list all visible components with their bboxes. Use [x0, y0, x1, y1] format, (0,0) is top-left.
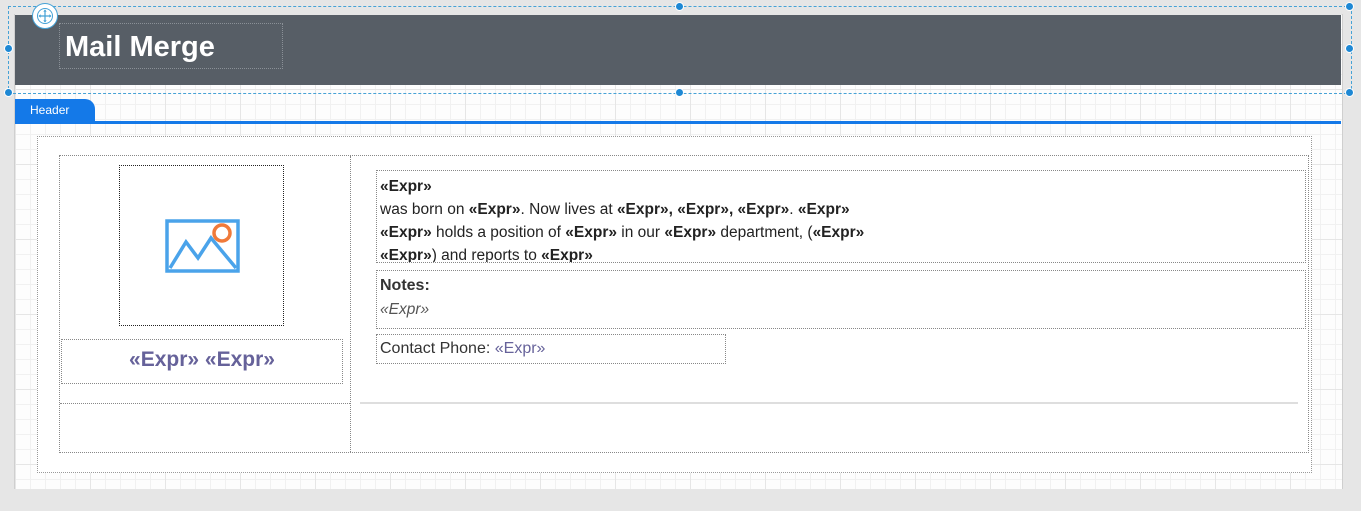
page-header-band[interactable]: Mail Merge: [15, 15, 1341, 85]
resize-handle-bottom-left[interactable]: [4, 88, 13, 97]
resize-handle-top[interactable]: [675, 2, 684, 11]
biography-rich-text[interactable]: «Expr» was born on «Expr». Now lives at …: [376, 170, 1306, 263]
bio-expression: «Expr»: [541, 247, 593, 263]
resize-handle-left[interactable]: [4, 44, 13, 53]
band-tab-header[interactable]: Header: [15, 99, 95, 121]
bio-text-segment: . Now lives at: [520, 201, 617, 218]
bio-text-segment: holds a position of: [431, 224, 566, 241]
notes-label: Notes:: [380, 277, 430, 294]
band-divider: [15, 121, 1341, 124]
notes-expression: «Expr»: [380, 301, 430, 318]
contact-phone-label[interactable]: Contact Phone: «Expr»: [376, 334, 726, 364]
employee-name-label[interactable]: «Expr» «Expr»: [61, 339, 343, 384]
bio-text-segment: was born on: [380, 201, 469, 218]
resize-handle-bottom-right[interactable]: [1345, 88, 1354, 97]
table-column-divider: [350, 156, 351, 452]
resize-handle-right[interactable]: [1345, 44, 1354, 53]
image-placeholder-icon: [165, 216, 241, 279]
table-row-divider: [60, 403, 350, 404]
bio-expression: «Expr», «Expr», «Expr»: [616, 201, 790, 218]
report-title: Mail Merge: [65, 31, 215, 63]
bio-expression: «Expr»: [380, 178, 432, 195]
bio-text-segment: ) and reports to: [431, 247, 542, 263]
bio-expression: «Expr»: [812, 224, 865, 241]
photo-picture-box[interactable]: [119, 165, 284, 326]
bio-expression: «Expr»: [380, 224, 432, 241]
bio-expression: «Expr»: [468, 201, 521, 218]
bio-expression: «Expr»: [380, 247, 432, 263]
horizontal-line[interactable]: [360, 402, 1298, 404]
bio-text-segment: in our: [616, 224, 665, 241]
resize-handle-top-right[interactable]: [1345, 2, 1354, 11]
last-name-expression: «Expr»: [204, 348, 275, 371]
bio-expression: «Expr»: [565, 224, 617, 241]
band-tab-label: Header: [30, 103, 70, 117]
phone-label-text: Contact Phone:: [380, 340, 495, 357]
bio-expression: «Expr»: [797, 201, 850, 218]
bio-text-segment: department, (: [716, 224, 813, 241]
notes-label-box[interactable]: Notes: «Expr»: [376, 270, 1306, 329]
bio-expression: «Expr»: [664, 224, 717, 241]
bio-text-segment: .: [789, 201, 798, 218]
biography-text: «Expr» was born on «Expr». Now lives at …: [377, 171, 1305, 263]
phone-expression: «Expr»: [494, 340, 546, 357]
first-name-expression: «Expr»: [129, 348, 200, 371]
title-label-box[interactable]: Mail Merge: [59, 23, 283, 69]
